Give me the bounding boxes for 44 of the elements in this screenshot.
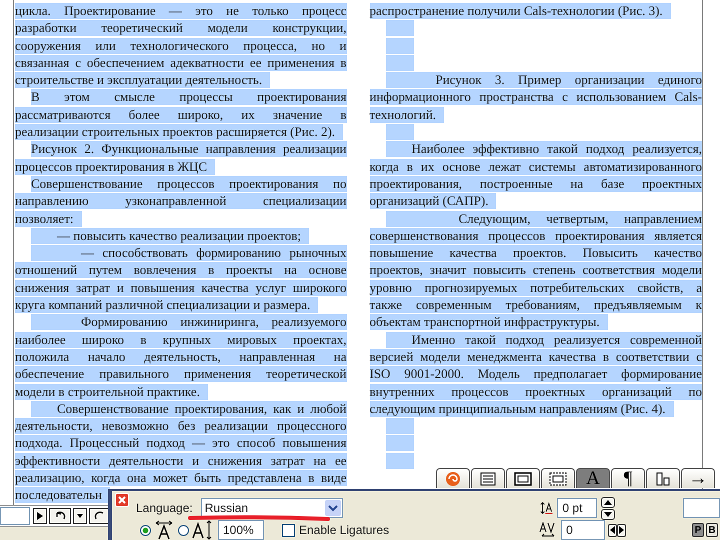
mode-button[interactable]: P [692,523,704,537]
play-button[interactable] [33,508,47,524]
left-triangle-icon [610,526,616,534]
dropdown-button[interactable] [73,508,87,524]
chevron-down-icon [328,504,338,512]
palette-tab[interactable] [646,468,680,488]
scale-field[interactable]: 100% [218,520,264,540]
down-triangle-icon [604,512,612,516]
language-select[interactable]: Russian [200,498,344,518]
undo-button[interactable] [49,508,71,524]
checkbox[interactable] [282,524,295,536]
palette-tab[interactable] [541,468,575,488]
ligatures-label: Enable Ligatures [299,523,390,537]
palette-tab[interactable] [471,468,505,488]
leading-icon [539,500,554,516]
up-triangle-icon [604,500,612,504]
kerning-icon [539,522,558,538]
caret-icon [76,513,84,519]
horizontal-scale-icon [154,520,174,540]
vertical-scale-icon [192,520,214,540]
palette-tab[interactable] [506,468,540,488]
text-lines-icon [480,472,496,486]
radio-button[interactable] [178,524,189,536]
palette-tab[interactable]: A [576,468,610,488]
mode-button[interactable]: B [706,523,718,537]
decrement-button[interactable] [601,508,616,520]
palette-tab[interactable]: → [681,468,715,488]
palette-tab[interactable]: ¶ [611,468,645,488]
dotted-frame-icon [549,472,567,486]
language-label: Language: [136,501,193,515]
kerning-field[interactable]: 0 [561,520,606,540]
right-triangle-icon [619,526,624,534]
swirl-icon [445,470,461,486]
radio-button[interactable] [140,524,151,536]
increment-button[interactable] [601,496,616,508]
palette-tab[interactable] [436,468,470,488]
bars-icon [655,472,671,486]
close-icon [117,495,127,505]
close-button[interactable] [115,493,129,507]
play-icon [36,511,44,521]
input-field[interactable] [0,507,30,525]
baseline-shift-field[interactable]: 0 pt [557,498,598,518]
input-field[interactable] [683,498,720,518]
frame-icon [514,472,532,486]
